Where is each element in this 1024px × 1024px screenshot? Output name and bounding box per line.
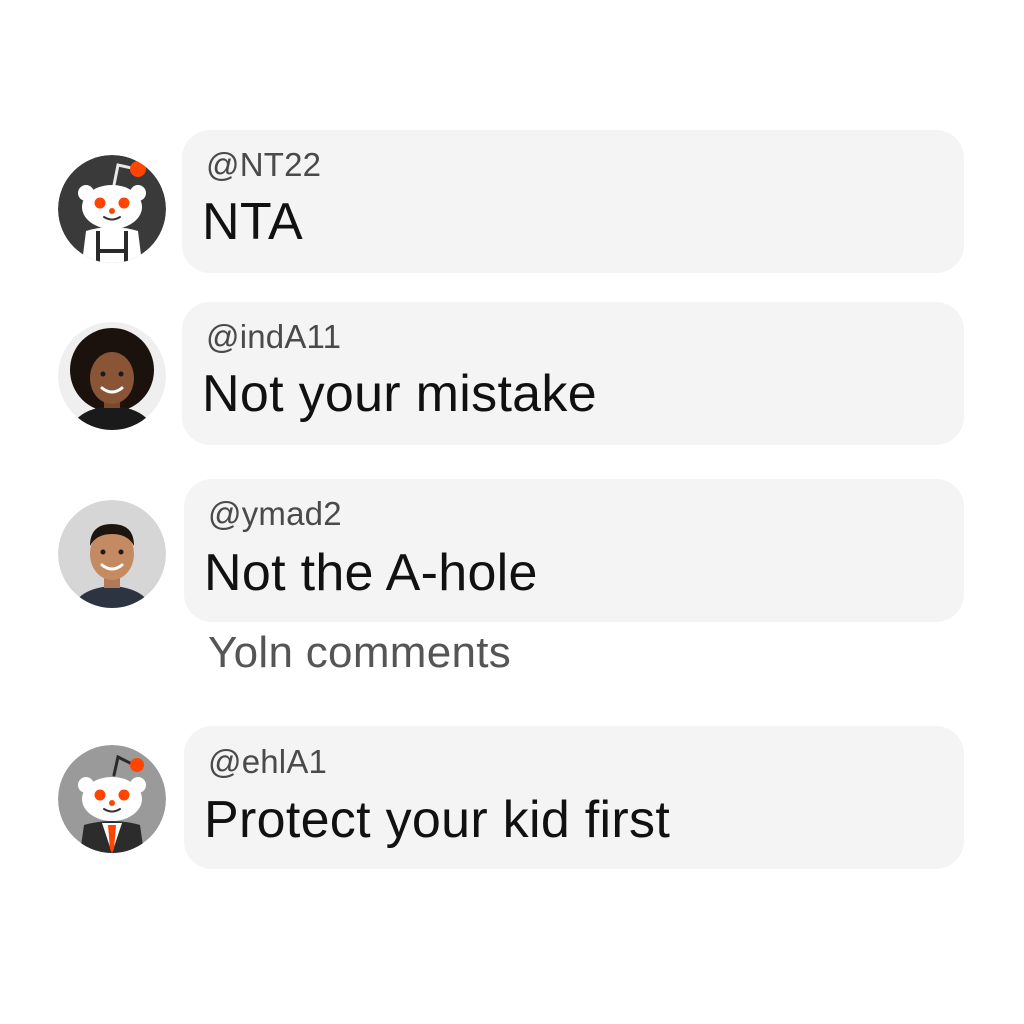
comment-bubble[interactable]: @indA11 Not your mistake <box>182 302 964 445</box>
comment-bubble[interactable]: @ehlA1 Protect your kid first <box>184 726 964 869</box>
comment-bubble[interactable]: @NT22 NTA <box>182 130 964 273</box>
comment-username[interactable]: @NT22 <box>206 146 321 184</box>
avatar[interactable] <box>58 745 166 853</box>
user-photo-icon <box>58 322 166 430</box>
join-comments-link[interactable]: Yoln comments <box>208 628 511 678</box>
reddit-snoo-icon <box>58 155 166 263</box>
comment-bubble[interactable]: @ymad2 Not the A-hole <box>184 479 964 622</box>
comment-text: Not the A-hole <box>204 544 538 602</box>
comment-text: Protect your kid first <box>204 791 671 849</box>
comment-username[interactable]: @ehlA1 <box>208 743 327 781</box>
avatar[interactable] <box>58 500 166 608</box>
comment-text: Not your mistake <box>202 365 597 423</box>
user-photo-icon <box>58 500 166 608</box>
comment-text: NTA <box>202 193 304 251</box>
reddit-snoo-icon <box>58 745 166 853</box>
comment-username[interactable]: @ymad2 <box>208 495 342 533</box>
avatar[interactable] <box>58 155 166 263</box>
avatar[interactable] <box>58 322 166 430</box>
comment-username[interactable]: @indA11 <box>206 318 341 356</box>
